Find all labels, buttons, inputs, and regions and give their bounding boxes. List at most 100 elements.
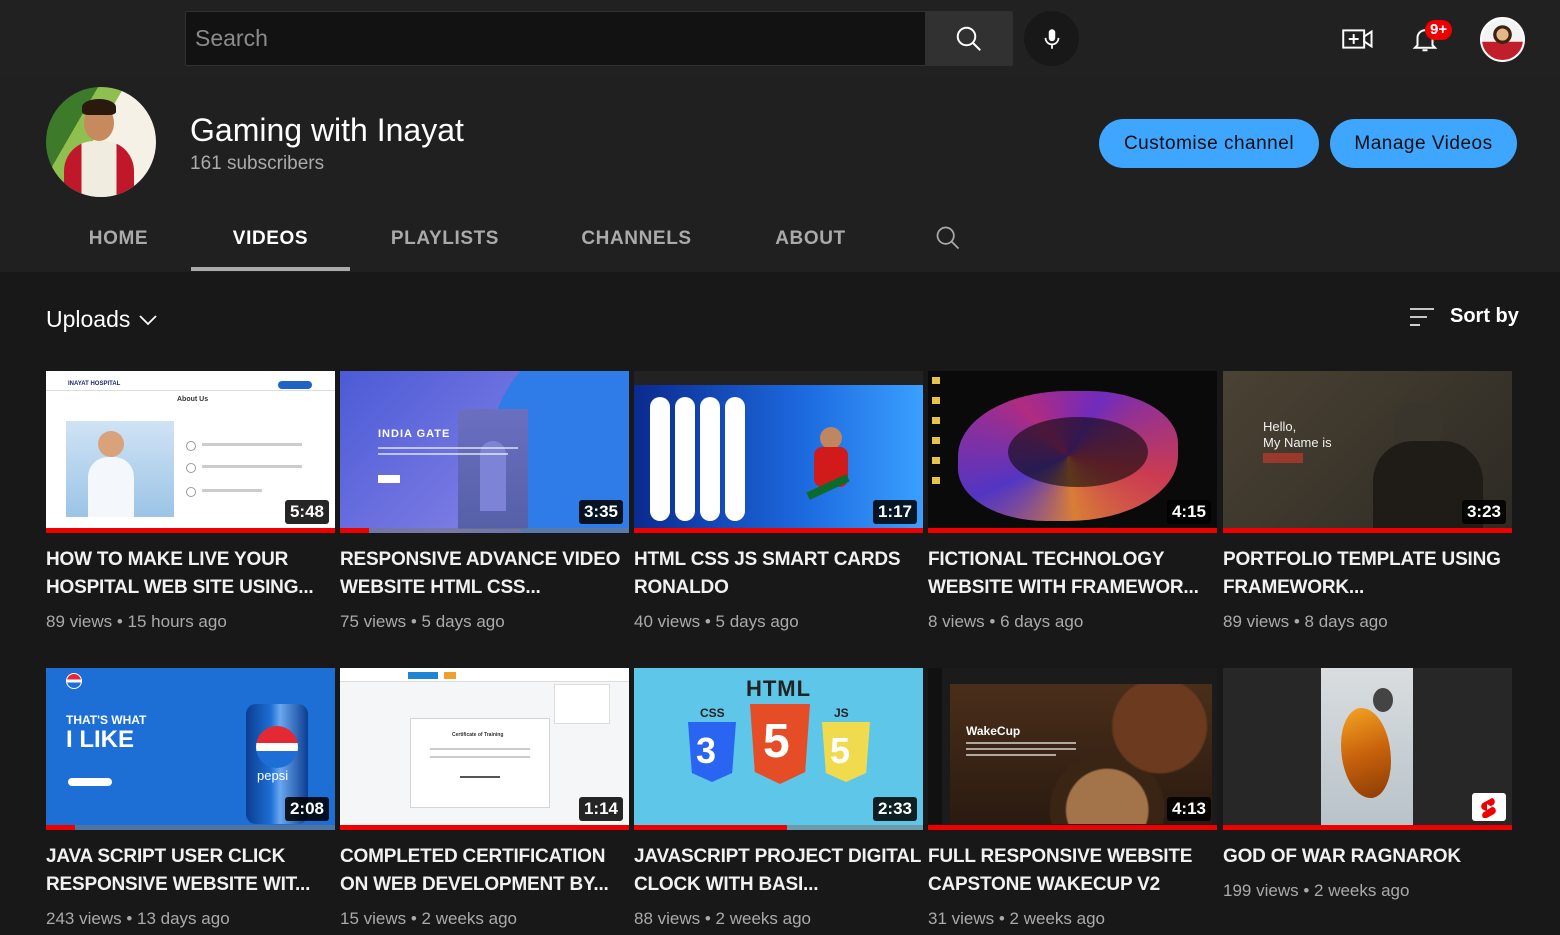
search-button[interactable] [925, 11, 1013, 66]
tab-about[interactable]: ABOUT [733, 205, 888, 272]
search-box[interactable] [185, 11, 925, 66]
video-duration: 2:33 [872, 797, 917, 821]
channel-name: Gaming with Inayat [190, 112, 464, 148]
tab-playlists[interactable]: PLAYLISTS [350, 205, 540, 272]
watch-progress-bar [340, 528, 369, 533]
video-meta: 88 views • 2 weeks ago [634, 909, 811, 928]
active-tab-indicator [191, 267, 350, 271]
view-count: 89 views [1223, 612, 1290, 631]
voice-search-button[interactable] [1024, 11, 1079, 66]
view-count: 243 views [46, 909, 122, 928]
thumb-india-text: INDIA GATE [378, 428, 451, 440]
video-title[interactable]: FICTIONAL TECHNOLOGY WEBSITE WITH FRAMEW… [928, 546, 1217, 602]
account-avatar[interactable] [1480, 17, 1525, 62]
sort-by-button[interactable]: Sort by [1408, 305, 1519, 328]
video-duration: 3:35 [578, 500, 623, 524]
watch-progress-bar [634, 528, 923, 533]
upload-age: 2 weeks ago [715, 909, 811, 928]
video-meta: 75 views • 5 days ago [340, 612, 505, 631]
channel-search-icon[interactable] [934, 224, 962, 252]
video-card[interactable]: GOD OF WAR RAGNAROK 199 views • 2 weeks … [1223, 668, 1512, 901]
video-meta: 15 views • 2 weeks ago [340, 909, 517, 928]
watch-progress-bar [634, 825, 788, 830]
channel-avatar [46, 87, 156, 197]
video-title[interactable]: FULL RESPONSIVE WEBSITE CAPSTONE WAKECUP… [928, 843, 1217, 899]
video-thumbnail[interactable]: 4:15 [928, 371, 1217, 533]
create-video-button[interactable] [1338, 20, 1378, 58]
upload-age: 8 days ago [1304, 612, 1388, 631]
video-card[interactable]: INAYAT HOSPITAL About Us 5:48 HOW TO MAK… [46, 371, 335, 632]
video-title[interactable]: RESPONSIVE ADVANCE VIDEO WEBSITE HTML CS… [340, 546, 629, 602]
manage-videos-button[interactable]: Manage Videos [1330, 119, 1517, 168]
video-thumbnail[interactable]: Certificate of Training 1:14 [340, 668, 629, 830]
video-card[interactable]: INDIA GATE 3:35 RESPONSIVE ADVANCE VIDEO… [340, 371, 629, 632]
video-card[interactable]: HTML CSS JS 3 5 5 2:33 JAVASCRIPT PROJEC… [634, 668, 923, 929]
video-thumbnail[interactable] [1223, 668, 1512, 830]
thumb-html-js: JS [834, 706, 849, 720]
tab-channels[interactable]: CHANNELS [540, 205, 733, 272]
upload-age: 6 days ago [1000, 612, 1084, 631]
thumb-pepsi-can: pepsi [257, 768, 289, 783]
video-thumbnail[interactable]: 1:17 [634, 371, 923, 533]
video-thumbnail[interactable]: INDIA GATE 3:35 [340, 371, 629, 533]
video-duration: 1:17 [872, 500, 917, 524]
video-thumbnail[interactable]: Hello, My Name is 3:23 [1223, 371, 1512, 533]
video-meta: 8 views • 6 days ago [928, 612, 1084, 631]
watch-progress-bar [340, 825, 629, 830]
video-thumbnail[interactable]: WakeCup 4:13 [928, 668, 1217, 830]
shorts-badge [1472, 793, 1506, 821]
chevron-down-icon [139, 314, 158, 325]
video-thumbnail[interactable]: INAYAT HOSPITAL About Us 5:48 [46, 371, 335, 533]
video-card[interactable]: Hello, My Name is 3:23 PORTFOLIO TEMPLAT… [1223, 371, 1512, 632]
thumb-html-css: CSS [700, 706, 725, 720]
video-title[interactable]: GOD OF WAR RAGNAROK [1223, 843, 1512, 871]
thumb-pepsi-line2: I LIKE [66, 726, 135, 753]
watch-progress-bar [1223, 825, 1512, 830]
video-title[interactable]: HOW TO MAKE LIVE YOUR HOSPITAL WEB SITE … [46, 546, 335, 602]
thumb-pepsi-line1: THAT'S WHAT [66, 713, 147, 727]
video-title[interactable]: JAVASCRIPT PROJECT DIGITAL CLOCK WITH BA… [634, 843, 923, 899]
video-card[interactable]: THAT'S WHAT I LIKE pepsi 2:08 JAVA SCRIP… [46, 668, 335, 929]
view-count: 8 views [928, 612, 985, 631]
thumb-cert-title: Certificate of Training [452, 732, 504, 738]
video-title[interactable]: JAVA SCRIPT USER CLICK RESPONSIVE WEBSIT… [46, 843, 335, 899]
video-duration: 1:14 [578, 797, 623, 821]
video-card[interactable]: 4:15 FICTIONAL TECHNOLOGY WEBSITE WITH F… [928, 371, 1217, 632]
video-meta: 89 views • 8 days ago [1223, 612, 1388, 631]
video-title[interactable]: COMPLETED CERTIFICATION ON WEB DEVELOPME… [340, 843, 629, 899]
watch-progress-bar [928, 825, 1217, 830]
search-input[interactable] [186, 12, 925, 65]
video-meta: 199 views • 2 weeks ago [1223, 881, 1410, 900]
video-title[interactable]: HTML CSS JS SMART CARDS RONALDO [634, 546, 923, 602]
uploads-dropdown[interactable]: Uploads [46, 306, 158, 333]
video-title[interactable]: PORTFOLIO TEMPLATE USING FRAMEWORK... [1223, 546, 1512, 602]
microphone-icon [1044, 28, 1059, 49]
view-count: 40 views [634, 612, 701, 631]
upload-age: 15 hours ago [127, 612, 227, 631]
top-bar: 9+ [0, 0, 1560, 76]
thumb-portfolio-line1: Hello, [1263, 419, 1297, 434]
view-count: 89 views [46, 612, 113, 631]
video-meta: 31 views • 2 weeks ago [928, 909, 1105, 928]
view-count: 75 views [340, 612, 407, 631]
channel-tabs: HOME VIDEOS PLAYLISTS CHANNELS ABOUT [0, 205, 1000, 272]
upload-age: 2 weeks ago [1314, 881, 1410, 900]
watch-progress-bar [46, 825, 75, 830]
search-icon [956, 26, 981, 51]
thumb-portfolio-line2: My Name is [1263, 435, 1332, 450]
video-thumbnail[interactable]: HTML CSS JS 3 5 5 2:33 [634, 668, 923, 830]
video-card[interactable]: 1:17 HTML CSS JS SMART CARDS RONALDO 40 … [634, 371, 923, 632]
uploads-label: Uploads [46, 306, 131, 332]
watch-progress-bar [928, 528, 1217, 533]
tab-videos[interactable]: VIDEOS [191, 205, 350, 272]
subscriber-count: 161 subscribers [190, 153, 325, 174]
video-thumbnail[interactable]: THAT'S WHAT I LIKE pepsi 2:08 [46, 668, 335, 830]
customise-channel-button[interactable]: Customise channel [1099, 119, 1319, 168]
tab-home[interactable]: HOME [46, 205, 191, 272]
watch-progress-bar [46, 528, 335, 533]
video-card[interactable]: WakeCup 4:13 FULL RESPONSIVE WEBSITE CAP… [928, 668, 1217, 929]
video-card[interactable]: Certificate of Training 1:14 COMPLETED C… [340, 668, 629, 929]
view-count: 15 views [340, 909, 407, 928]
sort-by-label: Sort by [1450, 305, 1519, 327]
video-meta: 40 views • 5 days ago [634, 612, 799, 631]
